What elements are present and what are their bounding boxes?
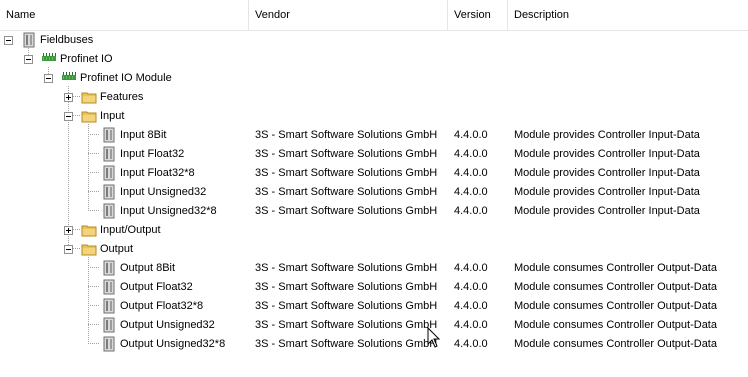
module-device-icon [103,298,115,314]
module-device-icon [103,336,115,352]
module-name: Input 8Bit [120,129,167,141]
module-vendor: 3S - Smart Software Solutions GmbH [255,319,438,331]
module-version: 4.4.0.0 [454,281,488,293]
column-header-version[interactable]: Version [448,0,508,30]
tree-node-profinet-io-module[interactable]: Profinet IO Module [0,69,748,88]
module-version: 4.4.0.0 [454,167,488,179]
module-name: Output Float32 [120,281,193,293]
module-description: Module provides Controller Input-Data [514,205,700,217]
module-name: Input Float32*8 [120,167,195,179]
module-vendor: 3S - Smart Software Solutions GmbH [255,281,438,293]
column-header-vendor[interactable]: Vendor [249,0,448,30]
mouse-pointer-icon [427,327,441,348]
column-header-description[interactable]: Description [508,0,748,30]
minus-box-icon[interactable] [64,112,73,121]
module-device-icon [103,127,115,143]
module-description: Module consumes Controller Output-Data [514,281,717,293]
module-device-icon [103,279,115,295]
module-description: Module provides Controller Input-Data [514,129,700,141]
folder-icon [81,92,97,104]
module-description: Module provides Controller Input-Data [514,148,700,160]
module-name: Output Unsigned32 [120,319,215,331]
folder-icon [81,225,97,237]
table-row[interactable]: Input 8Bit 3S - Smart Software Solutions… [0,126,748,145]
module-version: 4.4.0.0 [454,338,488,350]
module-name: Output 8Bit [120,262,176,274]
tree-node-label: Features [100,91,144,103]
module-device-icon [103,165,115,181]
table-row[interactable]: Input Float32 3S - Smart Software Soluti… [0,145,748,164]
module-version: 4.4.0.0 [454,205,488,217]
table-row[interactable]: Input Unsigned32*8 3S - Smart Software S… [0,202,748,221]
table-row[interactable]: Output Unsigned32 3S - Smart Software So… [0,316,748,335]
module-version: 4.4.0.0 [454,186,488,198]
module-name: Output Unsigned32*8 [120,338,226,350]
table-row[interactable]: Input Float32*8 3S - Smart Software Solu… [0,164,748,183]
module-device-icon [23,32,35,48]
module-description: Module provides Controller Input-Data [514,167,700,179]
module-device-icon [103,203,115,219]
column-header: Name Vendor Version Description [0,0,748,31]
tree-node-fieldbuses[interactable]: Fieldbuses [0,31,748,50]
tree-node-label: Profinet IO Module [80,72,172,84]
module-vendor: 3S - Smart Software Solutions GmbH [255,205,438,217]
module-vendor: 3S - Smart Software Solutions GmbH [255,129,438,141]
tree-node-label: Input/Output [100,224,161,236]
folder-icon [81,244,97,256]
module-description: Module consumes Controller Output-Data [514,262,717,274]
module-version: 4.4.0.0 [454,319,488,331]
tree-node-input[interactable]: Input [0,107,748,126]
module-name: Output Float32*8 [120,300,204,312]
column-header-name[interactable]: Name [0,0,249,30]
module-description: Module consumes Controller Output-Data [514,300,717,312]
module-device-icon [103,260,115,276]
tree-node-label: Fieldbuses [40,34,94,46]
fieldbus-icon [62,72,76,80]
table-row[interactable]: Output 8Bit 3S - Smart Software Solution… [0,259,748,278]
minus-box-icon[interactable] [4,36,13,45]
module-vendor: 3S - Smart Software Solutions GmbH [255,148,438,160]
module-device-icon [103,146,115,162]
fieldbus-icon [42,53,56,61]
table-row[interactable]: Output Float32 3S - Smart Software Solut… [0,278,748,297]
module-description: Module consumes Controller Output-Data [514,319,717,331]
module-description: Module provides Controller Input-Data [514,186,700,198]
table-row[interactable]: Output Unsigned32*8 3S - Smart Software … [0,335,748,354]
tree-node-profinet-io[interactable]: Profinet IO [0,50,748,69]
module-description: Module consumes Controller Output-Data [514,338,717,350]
minus-box-icon[interactable] [44,74,53,83]
module-vendor: 3S - Smart Software Solutions GmbH [255,300,438,312]
folder-icon [81,111,97,123]
tree-node-label: Input [100,110,125,122]
module-vendor: 3S - Smart Software Solutions GmbH [255,186,438,198]
module-version: 4.4.0.0 [454,300,488,312]
plus-box-icon[interactable] [64,93,73,102]
table-row[interactable]: Input Unsigned32 3S - Smart Software Sol… [0,183,748,202]
module-device-icon [103,317,115,333]
tree-node-label: Output [100,243,134,255]
module-vendor: 3S - Smart Software Solutions GmbH [255,167,438,179]
tree-node-output[interactable]: Output [0,240,748,259]
module-version: 4.4.0.0 [454,262,488,274]
module-name: Input Float32 [120,148,185,160]
tree-node-features[interactable]: Features [0,88,748,107]
minus-box-icon[interactable] [64,245,73,254]
tree-node-input-output[interactable]: Input/Output [0,221,748,240]
module-vendor: 3S - Smart Software Solutions GmbH [255,338,438,350]
plus-box-icon[interactable] [64,226,73,235]
module-version: 4.4.0.0 [454,148,488,160]
module-name: Input Unsigned32*8 [120,205,217,217]
minus-box-icon[interactable] [24,55,33,64]
module-name: Input Unsigned32 [120,186,207,198]
module-vendor: 3S - Smart Software Solutions GmbH [255,262,438,274]
module-version: 4.4.0.0 [454,129,488,141]
module-device-icon [103,184,115,200]
tree-node-label: Profinet IO [60,53,113,65]
table-row[interactable]: Output Float32*8 3S - Smart Software Sol… [0,297,748,316]
